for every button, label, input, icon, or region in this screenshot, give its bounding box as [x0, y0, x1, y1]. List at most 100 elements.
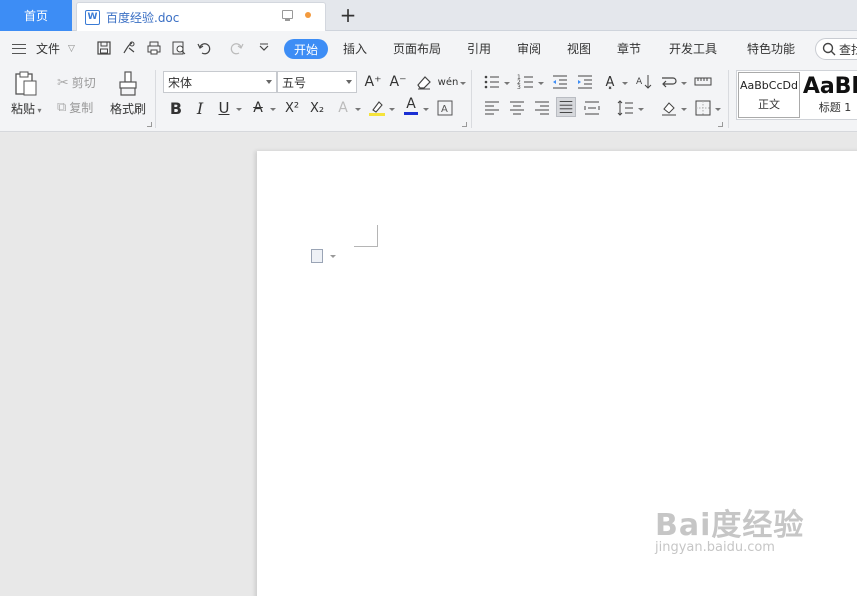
- chevron-down-icon[interactable]: [389, 108, 395, 111]
- subscript-button[interactable]: X₂: [307, 98, 327, 118]
- paste-label: 粘贴 ▾: [11, 102, 42, 116]
- phonetic-guide-button[interactable]: wén: [438, 72, 459, 92]
- style-h1-preview: AaBb: [803, 74, 857, 99]
- italic-button[interactable]: I: [190, 98, 210, 118]
- format-painter-label: 格式刷: [110, 102, 147, 116]
- highlight-pen-icon[interactable]: [367, 98, 387, 118]
- borders-icon[interactable]: [693, 98, 713, 118]
- style-heading-1[interactable]: AaBb 标题 1: [803, 72, 857, 118]
- chevron-down-icon[interactable]: [460, 82, 466, 85]
- font-family-select[interactable]: 宋体: [163, 71, 277, 93]
- paint-brush-icon: [119, 71, 137, 96]
- style-h1-label: 标题 1: [818, 101, 852, 114]
- format-painter-button[interactable]: 格式刷: [110, 70, 146, 117]
- unsaved-dot-icon: [305, 12, 311, 18]
- chevron-down-icon[interactable]: [715, 108, 721, 111]
- tab-page-layout[interactable]: 页面布局: [393, 40, 441, 57]
- paragraph-dialog-launcher[interactable]: [718, 122, 723, 127]
- word-doc-icon: W: [85, 9, 100, 25]
- chevron-down-icon[interactable]: [622, 82, 628, 85]
- chevron-down-icon[interactable]: [330, 255, 336, 258]
- tab-special-features[interactable]: 特色功能: [747, 40, 795, 57]
- chinese-layout-icon[interactable]: A͓: [600, 72, 620, 92]
- separator: [155, 70, 156, 128]
- save-icon[interactable]: [96, 40, 112, 56]
- line-spacing-icon[interactable]: [616, 98, 636, 118]
- align-right-icon[interactable]: [532, 98, 552, 118]
- tab-view[interactable]: 视图: [567, 40, 591, 57]
- file-menu-label: 文件: [36, 42, 61, 56]
- font-family-value: 宋体: [168, 75, 193, 90]
- font-size-value: 五号: [282, 75, 307, 90]
- tab-section[interactable]: 章节: [617, 40, 641, 57]
- search-label: 查找: [839, 42, 857, 57]
- copy-button[interactable]: ⧉ 复制: [57, 99, 93, 116]
- sort-icon[interactable]: A: [634, 72, 654, 92]
- align-left-icon[interactable]: [482, 98, 502, 118]
- font-size-select[interactable]: 五号: [277, 71, 357, 93]
- increase-indent-icon[interactable]: [575, 72, 595, 92]
- tab-developer-tools[interactable]: 开发工具: [669, 40, 717, 57]
- chevron-down-icon[interactable]: [538, 82, 544, 85]
- style-normal-label: 正文: [758, 97, 780, 111]
- chevron-down-icon[interactable]: [236, 108, 242, 111]
- undo-icon[interactable]: [196, 40, 212, 56]
- font-color-button[interactable]: A: [401, 96, 421, 116]
- chevron-down-icon[interactable]: [355, 108, 361, 111]
- output-pdf-icon[interactable]: [121, 40, 137, 56]
- chevron-down-icon[interactable]: [270, 108, 276, 111]
- cut-button[interactable]: ✂ 剪切: [57, 74, 96, 91]
- chevron-down-icon[interactable]: [681, 82, 687, 85]
- print-icon[interactable]: [146, 40, 162, 56]
- customize-toolbar-icon[interactable]: [256, 40, 272, 56]
- copy-icon: ⧉: [57, 100, 67, 115]
- clipboard-dialog-launcher[interactable]: [147, 122, 152, 127]
- align-center-icon[interactable]: [507, 98, 527, 118]
- grow-font-button[interactable]: A⁺: [363, 72, 383, 92]
- numbered-list-icon[interactable]: 123: [516, 72, 536, 92]
- tab-references[interactable]: 引用: [467, 40, 491, 57]
- file-menu-button[interactable]: 文件 ▽: [12, 40, 75, 57]
- superscript-button[interactable]: X²: [282, 98, 302, 118]
- print-preview-icon[interactable]: [171, 40, 187, 56]
- chevron-down-icon[interactable]: [681, 108, 687, 111]
- font-dialog-launcher[interactable]: [462, 122, 467, 127]
- redo-icon[interactable]: [229, 40, 245, 56]
- font-color-bar: [404, 112, 418, 115]
- svg-text:3: 3: [517, 84, 521, 91]
- tab-insert[interactable]: 插入: [343, 40, 367, 57]
- chevron-down-icon[interactable]: [638, 108, 644, 111]
- decrease-indent-icon[interactable]: [550, 72, 570, 92]
- bold-button[interactable]: B: [166, 98, 186, 118]
- underline-button[interactable]: U: [214, 98, 234, 118]
- monitor-icon[interactable]: [282, 10, 293, 21]
- bullet-list-icon[interactable]: [482, 72, 502, 92]
- eraser-icon[interactable]: [414, 72, 434, 92]
- svg-text:A: A: [636, 77, 643, 87]
- text-effect-icon[interactable]: A: [333, 98, 353, 118]
- character-border-icon[interactable]: A: [435, 98, 455, 118]
- page-margin-marker: [354, 225, 378, 247]
- tab-review[interactable]: 审阅: [517, 40, 541, 57]
- shading-icon[interactable]: [659, 98, 679, 118]
- tab-start[interactable]: 开始: [284, 39, 328, 59]
- strikethrough-button[interactable]: A: [248, 98, 268, 118]
- shrink-font-button[interactable]: A⁻: [388, 72, 408, 92]
- show-marks-icon[interactable]: [659, 72, 679, 92]
- tab-home[interactable]: 首页: [0, 0, 72, 31]
- tab-ruler-icon[interactable]: [693, 72, 713, 92]
- separator: [471, 70, 472, 128]
- chevron-down-icon: ▽: [68, 43, 75, 54]
- search-icon: [822, 42, 836, 56]
- style-normal[interactable]: AaBbCcDd 正文: [738, 72, 800, 118]
- paste-options-icon[interactable]: [311, 249, 323, 263]
- paste-button[interactable]: 粘贴 ▾: [11, 70, 42, 117]
- distributed-align-icon[interactable]: [582, 98, 602, 118]
- justify-icon[interactable]: [556, 97, 576, 117]
- cut-label: 剪切: [71, 76, 96, 90]
- search-button[interactable]: 查找: [815, 38, 857, 60]
- new-tab-button[interactable]: +: [338, 3, 358, 27]
- chevron-down-icon[interactable]: [423, 108, 429, 111]
- chevron-down-icon: [266, 80, 272, 84]
- chevron-down-icon[interactable]: [504, 82, 510, 85]
